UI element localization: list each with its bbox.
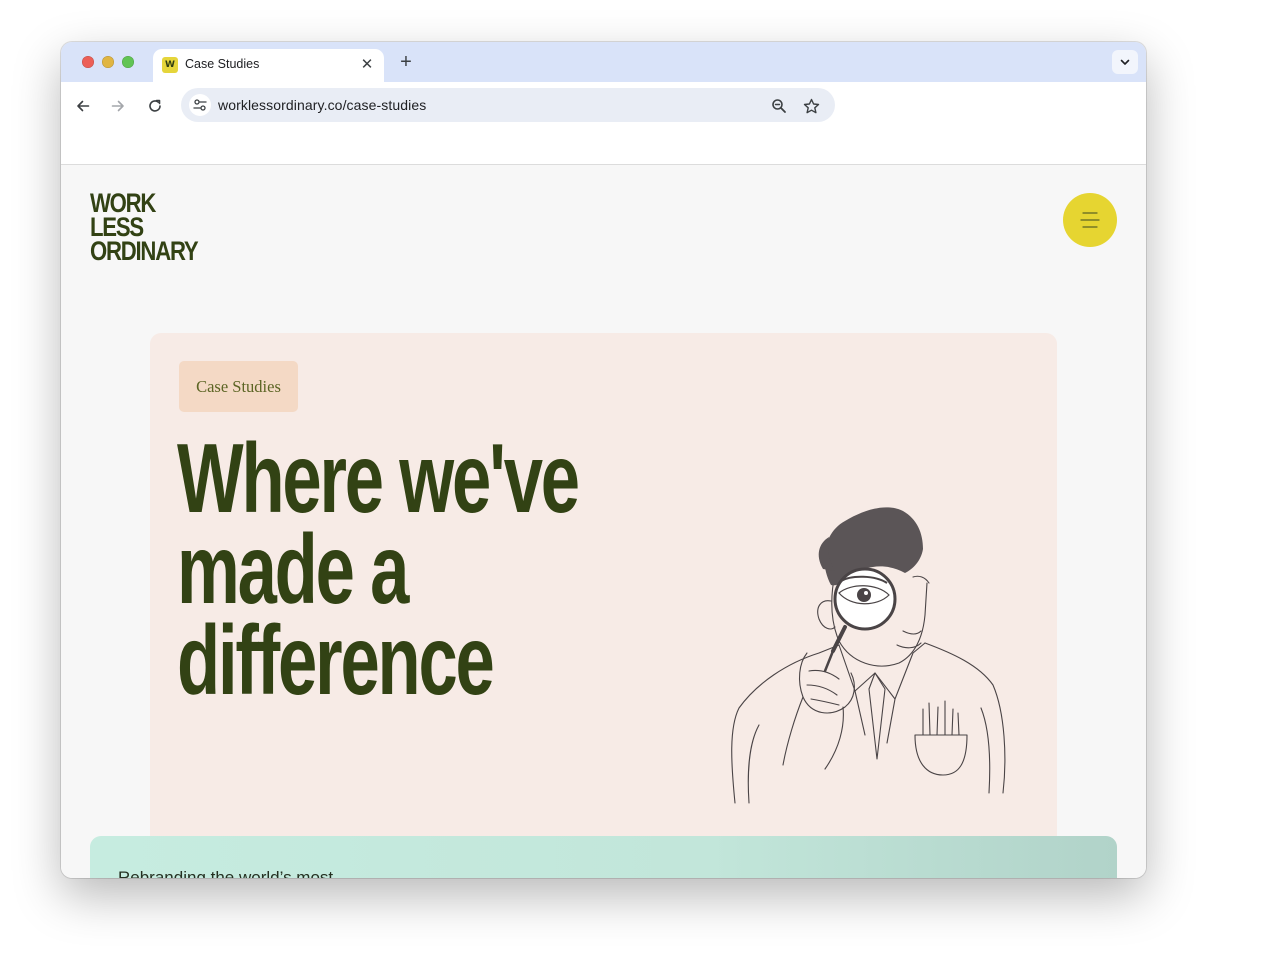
new-tab-icon[interactable]: + [395, 51, 417, 73]
logo-line: ORDINARY [90, 236, 199, 266]
forward-button[interactable] [106, 94, 130, 118]
browser-window: W Case Studies ✕ + worklessordinary.co/c… [61, 42, 1146, 878]
tab-case-studies[interactable]: W Case Studies ✕ [153, 49, 384, 82]
hamburger-icon [1080, 212, 1100, 228]
reload-button[interactable] [143, 94, 167, 118]
back-button[interactable] [71, 94, 95, 118]
tune-icon [193, 99, 207, 111]
site-logo[interactable]: WORK LESS ORDINARY [90, 190, 199, 266]
reload-icon [149, 99, 161, 112]
site-settings-button[interactable] [189, 94, 211, 116]
chevron-down-icon [1120, 59, 1130, 65]
headline-line: made a [177, 514, 409, 624]
hero-headline: Where we've made a difference [177, 423, 580, 715]
menu-button[interactable] [1063, 193, 1117, 247]
star-icon [803, 98, 819, 113]
minimize-window-button[interactable] [102, 56, 114, 68]
address-bar[interactable]: worklessordinary.co/case-studies [181, 88, 835, 122]
headline-line: Where we've [177, 423, 580, 533]
url-text[interactable]: worklessordinary.co/case-studies [218, 97, 426, 113]
zoom-button[interactable] [769, 96, 789, 116]
browser-toolbar: worklessordinary.co/case-studies [61, 82, 1146, 165]
case-study-card[interactable]: Rebranding the world’s most [90, 836, 1117, 878]
arrow-right-icon [111, 100, 124, 112]
close-window-button[interactable] [82, 56, 94, 68]
case-study-title: Rebranding the world’s most [118, 868, 334, 878]
arrow-left-icon [77, 100, 90, 112]
tab-title: Case Studies [185, 57, 260, 71]
zoom-window-button[interactable] [122, 56, 134, 68]
magnifying-glass-man-illustration [731, 507, 1006, 804]
web-page: WORK LESS ORDINARY Case Studies Where we… [61, 165, 1146, 878]
hero-section: Case Studies Where we've made a differen… [150, 333, 1057, 853]
section-badge: Case Studies [179, 361, 298, 412]
bookmark-button[interactable] [801, 96, 821, 116]
tab-strip: W Case Studies ✕ + [61, 42, 1146, 82]
close-tab-icon[interactable]: ✕ [358, 56, 376, 74]
site-favicon-icon: W [162, 57, 178, 73]
zoom-out-icon [772, 99, 786, 113]
headline-line: difference [177, 605, 495, 715]
tab-search-button[interactable] [1112, 50, 1138, 74]
